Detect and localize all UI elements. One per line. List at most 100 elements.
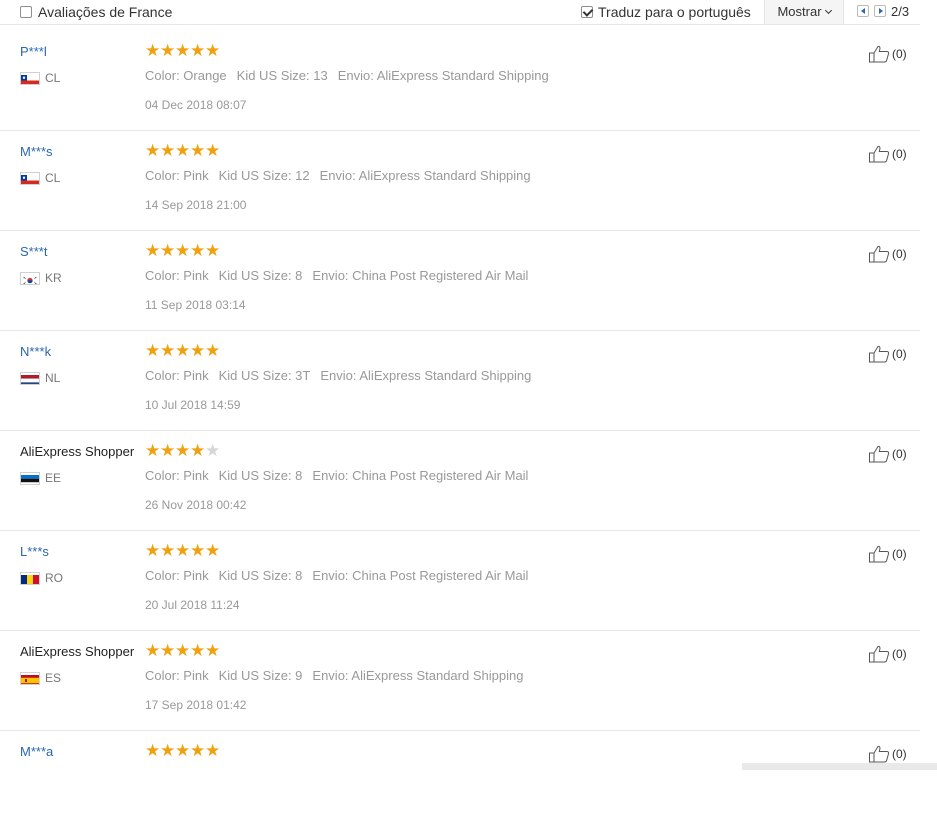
order-attribute: Envio: China Post Registered Air Mail [312, 568, 529, 583]
reviewer-name[interactable]: M***s [20, 144, 53, 159]
star-filled-icon: ★ [190, 141, 206, 160]
helpful-button[interactable]: (0) [868, 545, 907, 563]
helpful-button[interactable]: (0) [868, 345, 907, 363]
thumbs-up-icon [868, 745, 890, 763]
translate-checkbox[interactable] [581, 6, 593, 18]
star-filled-icon: ★ [175, 641, 191, 660]
star-filled-icon: ★ [160, 141, 176, 160]
star-filled-icon: ★ [160, 641, 176, 660]
country-code: CL [45, 71, 61, 85]
reviewer-country: RO [20, 571, 63, 585]
star-filled-icon: ★ [205, 641, 221, 660]
star-filled-icon: ★ [160, 741, 176, 760]
review-item: M***s CL ★ ★ ★ ★ ★ Color: Pink Kid US Size: 12 En… [0, 131, 920, 231]
helpful-button[interactable]: (0) [868, 745, 907, 763]
star-filled-icon: ★ [205, 741, 221, 760]
order-info: Color: Pink Kid US Size: 8 Envio: China Po… [145, 468, 538, 483]
country-code: ES [45, 671, 62, 685]
order-attribute: Kid US Size: 8 [218, 568, 303, 583]
order-attribute: Envio: AliExpress Standard Shipping [337, 68, 549, 83]
helpful-button[interactable]: (0) [868, 45, 907, 63]
star-filled-icon: ★ [175, 541, 191, 560]
helpful-button[interactable]: (0) [868, 145, 907, 163]
reviewer-name[interactable]: M***a [20, 744, 53, 759]
helpful-button[interactable]: (0) [868, 645, 907, 663]
order-info: Color: Orange Kid US Size: 13 Envio: AliEx… [145, 68, 559, 83]
order-attribute: Color: Pink [145, 468, 209, 483]
order-attribute: Kid US Size: 13 [236, 68, 328, 83]
helpful-count: (0) [892, 47, 907, 61]
country-code: RO [45, 571, 63, 585]
order-info: Color: Pink Kid US Size: 8 Envio: China Po… [145, 568, 538, 583]
star-filled-icon: ★ [205, 141, 221, 160]
translate-label[interactable]: Traduz para o português [598, 4, 751, 20]
order-info: Color: Pink Kid US Size: 12 Envio: AliExpr… [145, 168, 541, 183]
star-rating: ★ ★ ★ ★ ★ [145, 541, 220, 560]
review-item: N***k NL ★ ★ ★ ★ ★ Color: Pink Kid US Size: 3T En… [0, 331, 920, 431]
thumbs-up-icon [868, 445, 890, 463]
order-attribute: Kid US Size: 12 [218, 168, 310, 183]
star-filled-icon: ★ [205, 241, 221, 260]
order-attribute: Kid US Size: 3T [218, 368, 311, 383]
flag-ee-icon [20, 471, 40, 485]
prev-page-button[interactable] [857, 5, 869, 17]
star-filled-icon: ★ [160, 41, 176, 60]
reviewer-name[interactable]: N***k [20, 344, 51, 359]
star-filled-icon: ★ [175, 441, 191, 460]
star-filled-icon: ★ [160, 241, 176, 260]
star-filled-icon: ★ [145, 41, 161, 60]
reviewer-name[interactable]: P***l [20, 44, 47, 59]
flag-cl-icon [20, 71, 40, 85]
star-filled-icon: ★ [205, 341, 221, 360]
star-filled-icon: ★ [190, 441, 206, 460]
order-attribute: Envio: AliExpress Standard Shipping [320, 368, 532, 383]
order-attribute: Envio: AliExpress Standard Shipping [312, 668, 524, 683]
france-reviews-label[interactable]: Avaliações de France [38, 4, 172, 20]
star-filled-icon: ★ [190, 241, 206, 260]
star-filled-icon: ★ [145, 241, 161, 260]
helpful-count: (0) [892, 747, 907, 761]
star-filled-icon: ★ [145, 641, 161, 660]
order-attribute: Envio: China Post Registered Air Mail [312, 468, 529, 483]
reviewer-name[interactable]: S***t [20, 244, 47, 259]
helpful-button[interactable]: (0) [868, 445, 907, 463]
country-code: KR [45, 271, 62, 285]
order-attribute: Color: Orange [145, 68, 227, 83]
order-attribute: Color: Pink [145, 268, 209, 283]
star-filled-icon: ★ [145, 741, 161, 760]
review-list: P***l CL ★ ★ ★ ★ ★ Color: Orange Kid US Size: 13… [0, 31, 920, 830]
reviewer-country: EE [20, 471, 61, 485]
page-edge-shadow [742, 763, 937, 770]
show-dropdown[interactable]: Mostrar [764, 0, 844, 24]
reviewer-name: AliExpress Shopper [20, 644, 135, 659]
star-filled-icon: ★ [145, 141, 161, 160]
france-reviews-checkbox[interactable] [20, 6, 32, 18]
review-date: 10 Jul 2018 14:59 [145, 398, 241, 412]
order-info: Color: Pink Kid US Size: 9 Envio: AliExpre… [145, 668, 533, 683]
review-item: L***s RO ★ ★ ★ ★ ★ Color: Pink Kid US Size: 8 Env… [0, 531, 920, 631]
review-date: 20 Jul 2018 11:24 [145, 598, 240, 612]
flag-cl-icon [20, 171, 40, 185]
reviewer-country: NL [20, 371, 60, 385]
star-rating: ★ ★ ★ ★ ★ [145, 641, 221, 660]
star-filled-icon: ★ [175, 141, 191, 160]
next-page-button[interactable] [874, 5, 886, 17]
helpful-count: (0) [892, 147, 907, 161]
review-item: M***a ★ ★ ★ ★ ★ (0) [0, 731, 920, 830]
order-attribute: Color: Pink [145, 568, 209, 583]
review-date: 04 Dec 2018 08:07 [145, 98, 247, 112]
star-rating: ★ ★ ★ ★ ★ [145, 341, 221, 360]
star-empty-icon: ★ [205, 441, 221, 460]
page-indicator: 2/3 [891, 4, 910, 19]
reviewer-country: CL [20, 171, 60, 185]
arrow-right-icon [879, 8, 883, 14]
star-filled-icon: ★ [190, 641, 206, 660]
star-filled-icon: ★ [160, 341, 176, 360]
order-attribute: Color: Pink [145, 668, 209, 683]
review-toolbar: Avaliações de France Traduz para o portu… [0, 0, 920, 25]
review-date: 17 Sep 2018 01:42 [145, 698, 247, 712]
helpful-button[interactable]: (0) [868, 245, 907, 263]
helpful-count: (0) [892, 447, 907, 461]
country-code: CL [45, 171, 61, 185]
reviewer-name[interactable]: L***s [20, 544, 49, 559]
